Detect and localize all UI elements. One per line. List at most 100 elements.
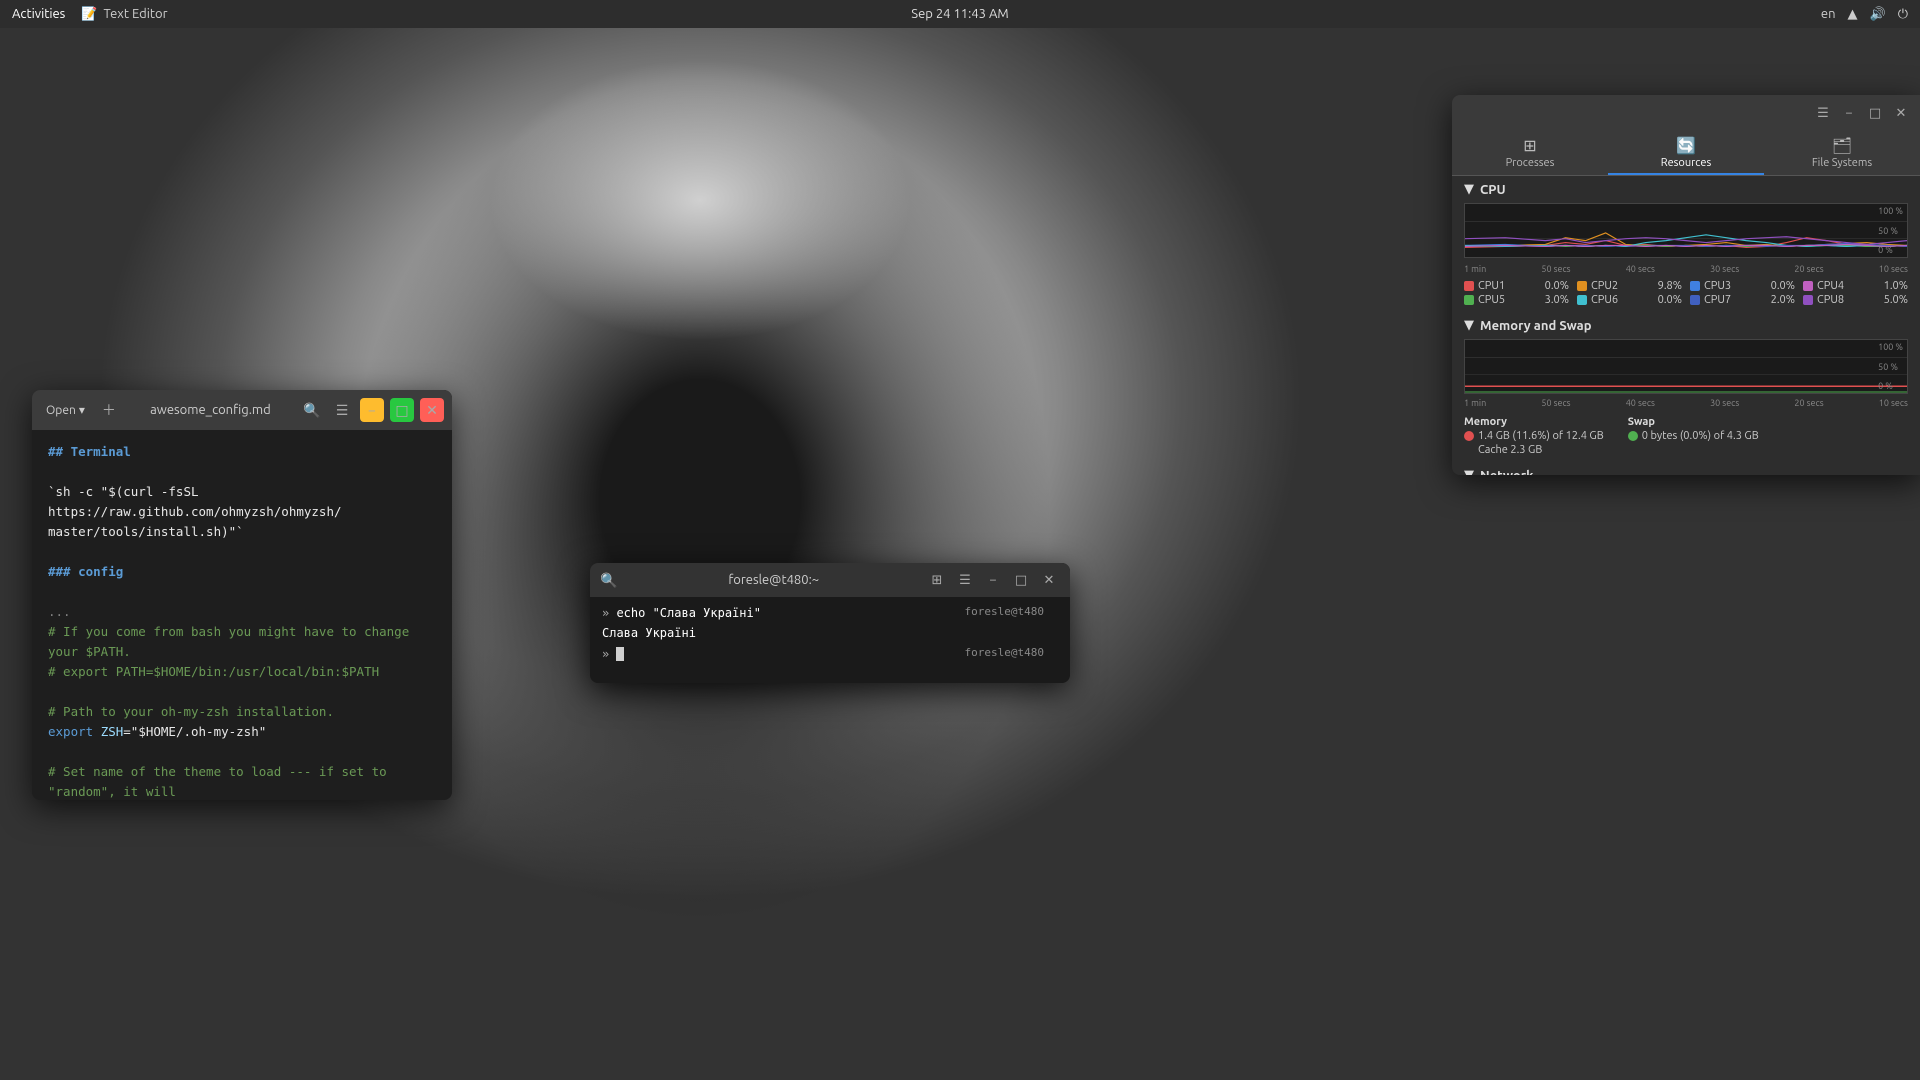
cpu-chart-labels-right: 100 % 50 % 0 % <box>1878 204 1903 257</box>
text-editor-window: Open ▾ ＋ awesome_config.md 🔍 ☰ − □ ✕ ## … <box>32 390 452 800</box>
open-button[interactable]: Open ▾ <box>40 401 91 419</box>
cpu4-value: 1.0% <box>1884 280 1908 292</box>
cpu6-color <box>1577 295 1587 305</box>
cpu4-legend: CPU4 1.0% <box>1803 280 1908 292</box>
cpu8-legend: CPU8 5.0% <box>1803 294 1908 306</box>
app-name-label: Text Editor <box>104 7 168 21</box>
memory-val-text: 1.4 GB (11.6%) of 12.4 GB <box>1478 430 1604 442</box>
power-icon: ⏻ <box>1898 7 1908 22</box>
cache-val-text: Cache 2.3 GB <box>1478 444 1542 456</box>
cpu-label-100: 100 % <box>1878 206 1903 216</box>
terminal-titlebar: 🔍 foresle@t480:~ ⊞ ☰ − □ ✕ <box>590 563 1070 597</box>
activities-button[interactable]: Activities <box>12 7 65 21</box>
cpu1-legend: CPU1 0.0% <box>1464 280 1569 292</box>
memory-chart-labels-bottom: 1 min 50 secs 40 secs 30 secs 20 secs 10… <box>1452 398 1920 408</box>
cpu1-color <box>1464 281 1474 291</box>
tab-resources-label: Resources <box>1661 157 1711 169</box>
terminal-hostname-1: foresle@t480 <box>965 603 1044 622</box>
locale-label: en <box>1821 7 1836 21</box>
terminal-new-tab-icon[interactable]: ⊞ <box>926 569 948 591</box>
cpu5-color <box>1464 295 1474 305</box>
network-section: ▼ Network 1.0 KiB/s 512 B/s 0 bytes/s 1 … <box>1452 462 1920 475</box>
memory-chart: 100 % 50 % 0 % <box>1464 339 1908 394</box>
cpu-chart: 100 % 50 % 0 % <box>1464 203 1908 258</box>
menu-icon[interactable]: ☰ <box>330 398 354 422</box>
new-tab-icon[interactable]: ＋ <box>97 398 121 422</box>
open-chevron-icon: ▾ <box>79 403 85 417</box>
memory-section: ▼ Memory and Swap 100 % 50 % 0 % 1 min <box>1452 312 1920 462</box>
cpu-chart-svg <box>1465 204 1907 257</box>
cpu-legend: CPU1 0.0% CPU2 9.8% CPU3 0.0% CPU4 1.0% <box>1452 278 1920 312</box>
cpu2-legend: CPU2 9.8% <box>1577 280 1682 292</box>
cpu5-name: CPU5 <box>1478 294 1505 306</box>
cache-value: Cache 2.3 GB <box>1464 444 1604 456</box>
sysmon-window: ☰ − □ ✕ ⊞ Processes 🔄 Resources 🗂 File S… <box>1452 95 1920 475</box>
wifi-icon: ▲ <box>1848 7 1858 22</box>
swap-value: 0 bytes (0.0%) of 4.3 GB <box>1628 430 1759 442</box>
cpu2-color <box>1577 281 1587 291</box>
sysmon-menu-icon[interactable]: ☰ <box>1812 102 1834 124</box>
sysmon-tabs: ⊞ Processes 🔄 Resources 🗂 File Systems <box>1452 131 1920 176</box>
network-section-header[interactable]: ▼ Network <box>1452 462 1920 475</box>
terminal-close-icon[interactable]: ✕ <box>1038 569 1060 591</box>
memory-chart-svg <box>1465 340 1907 393</box>
sysmon-maximize-icon[interactable]: □ <box>1864 102 1886 124</box>
filesystems-icon: 🗂 <box>1832 136 1852 155</box>
terminal-menu-icon[interactable]: ☰ <box>954 569 976 591</box>
cpu5-legend: CPU5 3.0% <box>1464 294 1569 306</box>
terminal-command: echo "Слава Україні" <box>616 606 761 620</box>
sysmon-content[interactable]: ▼ CPU 100 <box>1452 176 1920 475</box>
close-button[interactable]: ✕ <box>420 398 444 422</box>
maximize-button[interactable]: □ <box>390 398 414 422</box>
cpu7-color <box>1690 295 1700 305</box>
cpu8-value: 5.0% <box>1884 294 1908 306</box>
memory-label: Memory <box>1464 416 1604 428</box>
sysmon-minimize-icon[interactable]: − <box>1838 102 1860 124</box>
app-icon: 📝 <box>81 7 97 22</box>
text-editor-title: awesome_config.md <box>129 403 292 417</box>
terminal-search-icon[interactable]: 🔍 <box>600 572 617 589</box>
network-collapse-arrow: ▼ <box>1464 468 1474 475</box>
cpu3-legend: CPU3 0.0% <box>1690 280 1795 292</box>
tab-processes[interactable]: ⊞ Processes <box>1452 131 1608 175</box>
cpu-section-label: CPU <box>1480 183 1506 197</box>
cpu3-color <box>1690 281 1700 291</box>
topbar: Activities 📝 Text Editor Sep 24 11:43 AM… <box>0 0 1920 28</box>
terminal-content[interactable]: » echo "Слава Україні" foresle@t480 Слав… <box>590 597 1070 683</box>
memory-section-header[interactable]: ▼ Memory and Swap <box>1452 312 1920 339</box>
cpu2-value: 9.8% <box>1658 280 1682 292</box>
terminal-cursor <box>616 647 624 661</box>
network-section-label: Network <box>1480 469 1533 476</box>
resources-icon: 🔄 <box>1676 136 1696 155</box>
tab-resources[interactable]: 🔄 Resources <box>1608 131 1764 175</box>
cpu1-name: CPU1 <box>1478 280 1505 292</box>
cpu-section-header[interactable]: ▼ CPU <box>1452 176 1920 203</box>
cpu8-name: CPU8 <box>1817 294 1844 306</box>
cpu5-value: 3.0% <box>1545 294 1569 306</box>
sysmon-close-icon[interactable]: ✕ <box>1890 102 1912 124</box>
cpu3-value: 0.0% <box>1771 280 1795 292</box>
terminal-minimize-icon[interactable]: − <box>982 569 1004 591</box>
terminal-maximize-icon[interactable]: □ <box>1010 569 1032 591</box>
memory-collapse-arrow: ▼ <box>1464 318 1474 333</box>
cpu6-name: CPU6 <box>1591 294 1618 306</box>
tab-filesystems[interactable]: 🗂 File Systems <box>1764 131 1920 175</box>
memory-legend-item: Memory 1.4 GB (11.6%) of 12.4 GB Cache 2… <box>1464 416 1604 456</box>
minimize-button[interactable]: − <box>360 398 384 422</box>
topbar-app: 📝 Text Editor <box>81 7 167 22</box>
cpu6-value: 0.0% <box>1658 294 1682 306</box>
text-editor-content[interactable]: ## Terminal `sh -c "$(curl -fsSL https:/… <box>32 430 452 800</box>
terminal-line-1: » echo "Слава Україні" foresle@t480 <box>602 603 1058 623</box>
cpu4-name: CPU4 <box>1817 280 1844 292</box>
titlebar-right-icons: 🔍 ☰ − □ ✕ <box>300 398 444 422</box>
sound-icon: 🔊 <box>1870 7 1886 22</box>
cpu-label-50: 50 % <box>1878 226 1903 236</box>
tab-filesystems-label: File Systems <box>1812 157 1872 169</box>
cpu7-name: CPU7 <box>1704 294 1731 306</box>
cpu3-name: CPU3 <box>1704 280 1731 292</box>
processes-icon: ⊞ <box>1523 136 1536 155</box>
search-icon[interactable]: 🔍 <box>300 398 324 422</box>
memory-value: 1.4 GB (11.6%) of 12.4 GB <box>1464 430 1604 442</box>
memory-chart-labels-right: 100 % 50 % 0 % <box>1878 340 1903 393</box>
swap-val-text: 0 bytes (0.0%) of 4.3 GB <box>1642 430 1759 442</box>
